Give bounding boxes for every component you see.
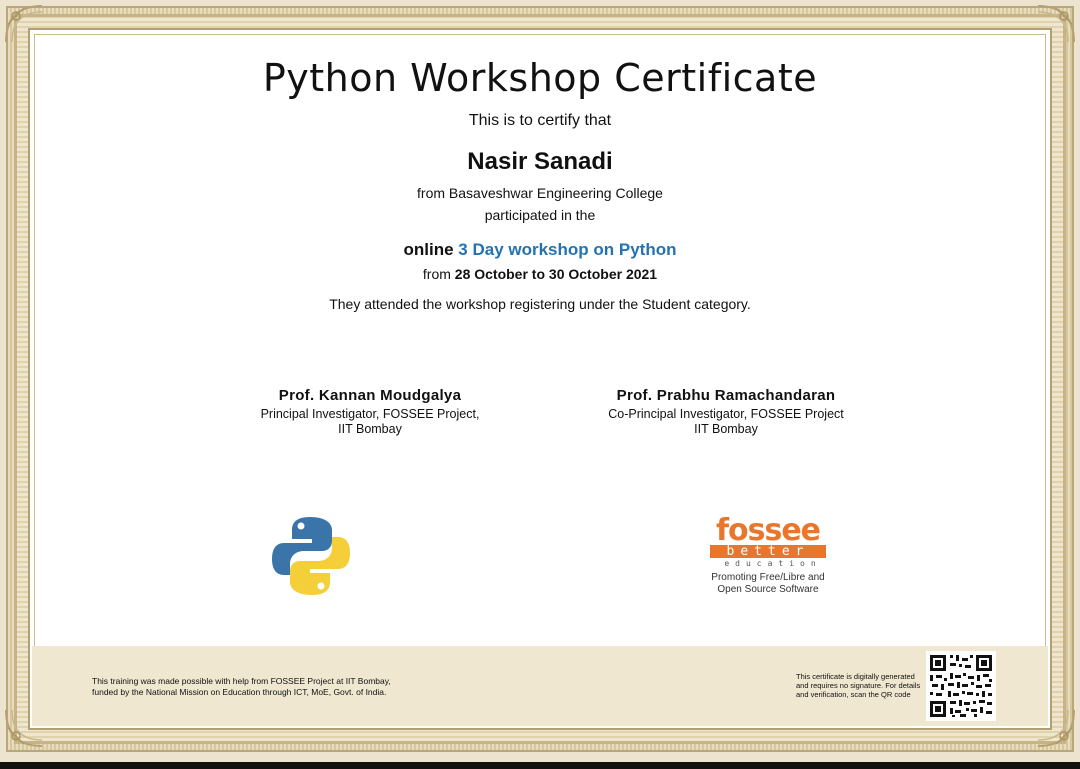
- fossee-tagline-line1: Promoting Free/Libre and: [711, 572, 825, 583]
- certify-line: This is to certify that: [468, 112, 612, 129]
- verification-line: This certificate is digitally generated: [796, 672, 915, 681]
- signatory-name: Prof. Prabhu Ramachandaran: [616, 387, 836, 404]
- fossee-tagline-line2: Open Source Software: [717, 584, 819, 595]
- verification-line: and verification, scan the QR code: [796, 690, 911, 699]
- workshop-line: online 3 Day workshop on Python: [0, 240, 1080, 260]
- qr-code-icon[interactable]: [926, 651, 996, 721]
- corner-ornament-icon: [5, 5, 43, 43]
- verification-line: and requires no signature. For details: [796, 681, 921, 690]
- fossee-logo: fossee better education Promoting Free/L…: [700, 513, 836, 596]
- certificate-body: [28, 28, 1052, 730]
- signatory-institution: IIT Bombay: [694, 422, 758, 436]
- workshop-mode: online: [403, 240, 454, 259]
- college-line: from Basaveshwar Engineering College: [417, 185, 663, 201]
- dates-prefix: from: [422, 266, 451, 282]
- fossee-tag-better: better: [710, 545, 826, 558]
- signatory-left: Prof. Kannan Moudgalya Principal Investi…: [200, 387, 540, 436]
- signatory-institution: IIT Bombay: [338, 422, 402, 436]
- funding-line: This training was made possible with hel…: [92, 676, 391, 686]
- participated-line: participated in the: [484, 207, 596, 223]
- verification-note: This certificate is digitally generated …: [796, 672, 926, 699]
- signatory-role: Co-Principal Investigator, FOSSEE Projec…: [608, 407, 844, 421]
- signatory-role: Principal Investigator, FOSSEE Project,: [260, 407, 480, 421]
- funding-note: This training was made possible with hel…: [92, 676, 391, 698]
- workshop-name: 3 Day workshop on Python: [458, 240, 677, 259]
- participant-name: Nasir Sanadi: [467, 148, 613, 175]
- attendance-line: They attended the workshop registering u…: [329, 296, 751, 312]
- python-logo-icon: [272, 517, 350, 595]
- corner-ornament-icon: [1037, 5, 1075, 43]
- fossee-tag-education: education: [724, 559, 822, 568]
- signatory-name: Prof. Kannan Moudgalya: [278, 387, 462, 404]
- screen-bottom-bar: [0, 762, 1080, 769]
- certificate-title: Python Workshop Certificate: [262, 56, 818, 100]
- workshop-dates: from 28 October to 30 October 2021: [0, 266, 1080, 282]
- signatory-right: Prof. Prabhu Ramachandaran Co-Principal …: [556, 387, 896, 436]
- fossee-wordmark: fossee: [715, 513, 821, 548]
- dates-range: 28 October to 30 October 2021: [454, 266, 658, 282]
- funding-line: funded by the National Mission on Educat…: [92, 687, 387, 697]
